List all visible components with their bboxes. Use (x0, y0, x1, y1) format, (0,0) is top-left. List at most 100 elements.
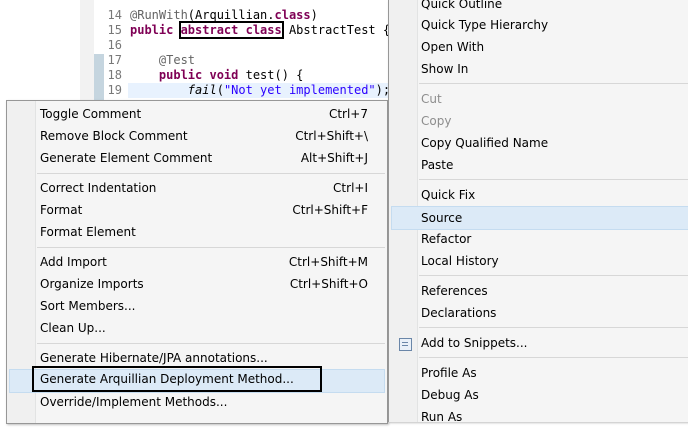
menu-item-label: Organize Imports (40, 277, 144, 291)
menu-item-label: Quick Fix (421, 188, 476, 202)
menu-separator (419, 275, 688, 276)
menu-separator (37, 247, 385, 248)
menu-item-shortcut: Ctrl+Shift+F (292, 203, 368, 217)
code-token: abstract class (178, 21, 284, 39)
menu-item-label: Run As (421, 410, 463, 424)
menu-item-shortcut: Ctrl+Shift+\ (295, 129, 368, 143)
menu-item-copy-qualified-name[interactable]: Copy Qualified Name (421, 132, 681, 154)
menu-item-label: References (421, 284, 488, 298)
menu-item-label: Add to Snippets... (421, 336, 528, 350)
menu-item-label: Refactor (421, 232, 472, 246)
code-token: public (130, 23, 181, 37)
menu-item-label: Copy Qualified Name (421, 136, 549, 150)
line-number: 19 (107, 83, 122, 97)
menu-item-generate-arquillian-deployment[interactable]: Generate Arquillian Deployment Method... (9, 366, 385, 393)
code-line[interactable]: 17 @Test (100, 53, 195, 68)
line-number: 15 (107, 23, 122, 37)
menu-item-generate-hibernate-jpa[interactable]: Generate Hibernate/JPA annotations... (40, 347, 368, 369)
code-line[interactable]: 18 public void test() { (100, 68, 304, 83)
menu-item-show-in[interactable]: Show In (421, 58, 681, 80)
menu-item-copy[interactable]: Copy (421, 110, 681, 132)
code-token: public void (130, 68, 246, 82)
menu-item-label: Generate Arquillian Deployment Method... (32, 366, 322, 392)
menu-item-correct-indentation[interactable]: Correct Indentation Ctrl+I (40, 177, 368, 199)
menu-item-label: Override/Implement Methods... (40, 395, 228, 409)
menu-item-shortcut: Alt+Shift+J (300, 151, 368, 165)
menu-item-shortcut: Ctrl+7 (328, 107, 368, 121)
code-token: @RunWith (130, 8, 188, 22)
line-number: 18 (107, 68, 122, 82)
editor-context-menu: Quick Outline Quick Type Hierarchy Open … (388, 0, 688, 424)
code-token: ) (310, 8, 318, 22)
menu-item-format-element[interactable]: Format Element (40, 221, 368, 243)
menu-item-sort-members[interactable]: Sort Members... (40, 295, 368, 317)
source-submenu: Toggle Comment Ctrl+7 Remove Block Comme… (6, 100, 388, 424)
code-token: class (274, 8, 311, 22)
menu-item-local-history[interactable]: Local History (421, 250, 681, 272)
menu-item-cut[interactable]: Cut (421, 88, 681, 110)
menu-separator (419, 179, 688, 180)
menu-item-references[interactable]: References (421, 280, 681, 302)
code-token: test() { (245, 68, 304, 82)
menu-item-label: Cut (421, 92, 442, 106)
menu-item-label: Quick Outline (421, 0, 503, 11)
menu-item-label: Format Element (40, 225, 136, 239)
menu-item-shortcut: Ctrl+Shift+O (289, 277, 368, 291)
menu-item-label: Add Import (40, 255, 107, 269)
menu-item-label: Sort Members... (40, 299, 136, 313)
menu-item-open-with[interactable]: Open With (421, 36, 681, 58)
editor-gutter (80, 0, 94, 110)
snippets-icon (399, 338, 412, 351)
menu-item-quick-outline[interactable]: Quick Outline (421, 0, 681, 15)
code-line[interactable]: 15 public abstract class AbstractTest { (100, 21, 391, 39)
menu-separator (37, 173, 385, 174)
code-token: fail (187, 83, 217, 97)
menu-item-run-as[interactable]: Run As (421, 406, 681, 428)
menu-item-quick-fix[interactable]: Quick Fix (421, 184, 681, 206)
menu-item-clean-up[interactable]: Clean Up... (40, 317, 368, 339)
menu-item-quick-type-hierarchy[interactable]: Quick Type Hierarchy (421, 14, 681, 36)
menu-item-generate-element-comment[interactable]: Generate Element Comment Alt+Shift+J (40, 147, 368, 169)
menu-separator (37, 343, 385, 344)
menu-item-organize-imports[interactable]: Organize Imports Ctrl+Shift+O (40, 273, 368, 295)
menu-item-label: Declarations (421, 306, 497, 320)
menu-item-label: Debug As (421, 388, 479, 402)
code-line[interactable]: 19 fail("Not yet implemented"); (100, 83, 391, 98)
code-token: (Arquillian. (187, 8, 275, 22)
code-token: AbstractTest { (281, 23, 391, 37)
menu-item-label: Format (40, 203, 83, 217)
menu-separator (419, 83, 688, 84)
menu-item-label: Open With (421, 40, 485, 54)
menu-item-label: Generate Hibernate/JPA annotations... (40, 351, 268, 365)
menu-item-debug-as[interactable]: Debug As (421, 384, 681, 406)
code-line[interactable]: 14 @RunWith(Arquillian.class) (100, 8, 318, 23)
menu-item-override-implement[interactable]: Override/Implement Methods... (40, 391, 368, 413)
code-line[interactable]: 16 (100, 38, 130, 53)
menu-item-add-import[interactable]: Add Import Ctrl+Shift+M (40, 251, 368, 273)
menu-item-label: Paste (421, 158, 454, 172)
menu-item-label: Copy (421, 114, 452, 128)
menu-item-paste[interactable]: Paste (421, 154, 681, 176)
menu-item-declarations[interactable]: Declarations (421, 302, 681, 324)
code-token: @Test (130, 53, 196, 67)
menu-item-label: Generate Element Comment (40, 151, 213, 165)
line-number: 14 (107, 8, 122, 22)
line-number: 17 (107, 53, 122, 67)
menu-item-profile-as[interactable]: Profile As (421, 362, 681, 384)
code-token: ( (216, 83, 224, 97)
menu-item-refactor[interactable]: Refactor (421, 228, 681, 250)
menu-item-label: Profile As (421, 366, 477, 380)
code-token: "Not yet implemented" (223, 83, 376, 97)
menu-item-remove-block-comment[interactable]: Remove Block Comment Ctrl+Shift+\ (40, 125, 368, 147)
menu-item-label: Correct Indentation (40, 181, 157, 195)
menu-item-label: Show In (421, 62, 469, 76)
menu-item-label: Local History (421, 254, 499, 268)
menu-item-label: Quick Type Hierarchy (421, 18, 549, 32)
menu-item-toggle-comment[interactable]: Toggle Comment Ctrl+7 (40, 103, 368, 125)
menu-item-label: Clean Up... (40, 321, 106, 335)
menu-item-shortcut: Ctrl+Shift+M (288, 255, 368, 269)
menu-item-source[interactable]: Source (391, 206, 688, 230)
menu-item-format[interactable]: Format Ctrl+Shift+F (40, 199, 368, 221)
menu-item-add-to-snippets[interactable]: Add to Snippets... (391, 332, 688, 354)
